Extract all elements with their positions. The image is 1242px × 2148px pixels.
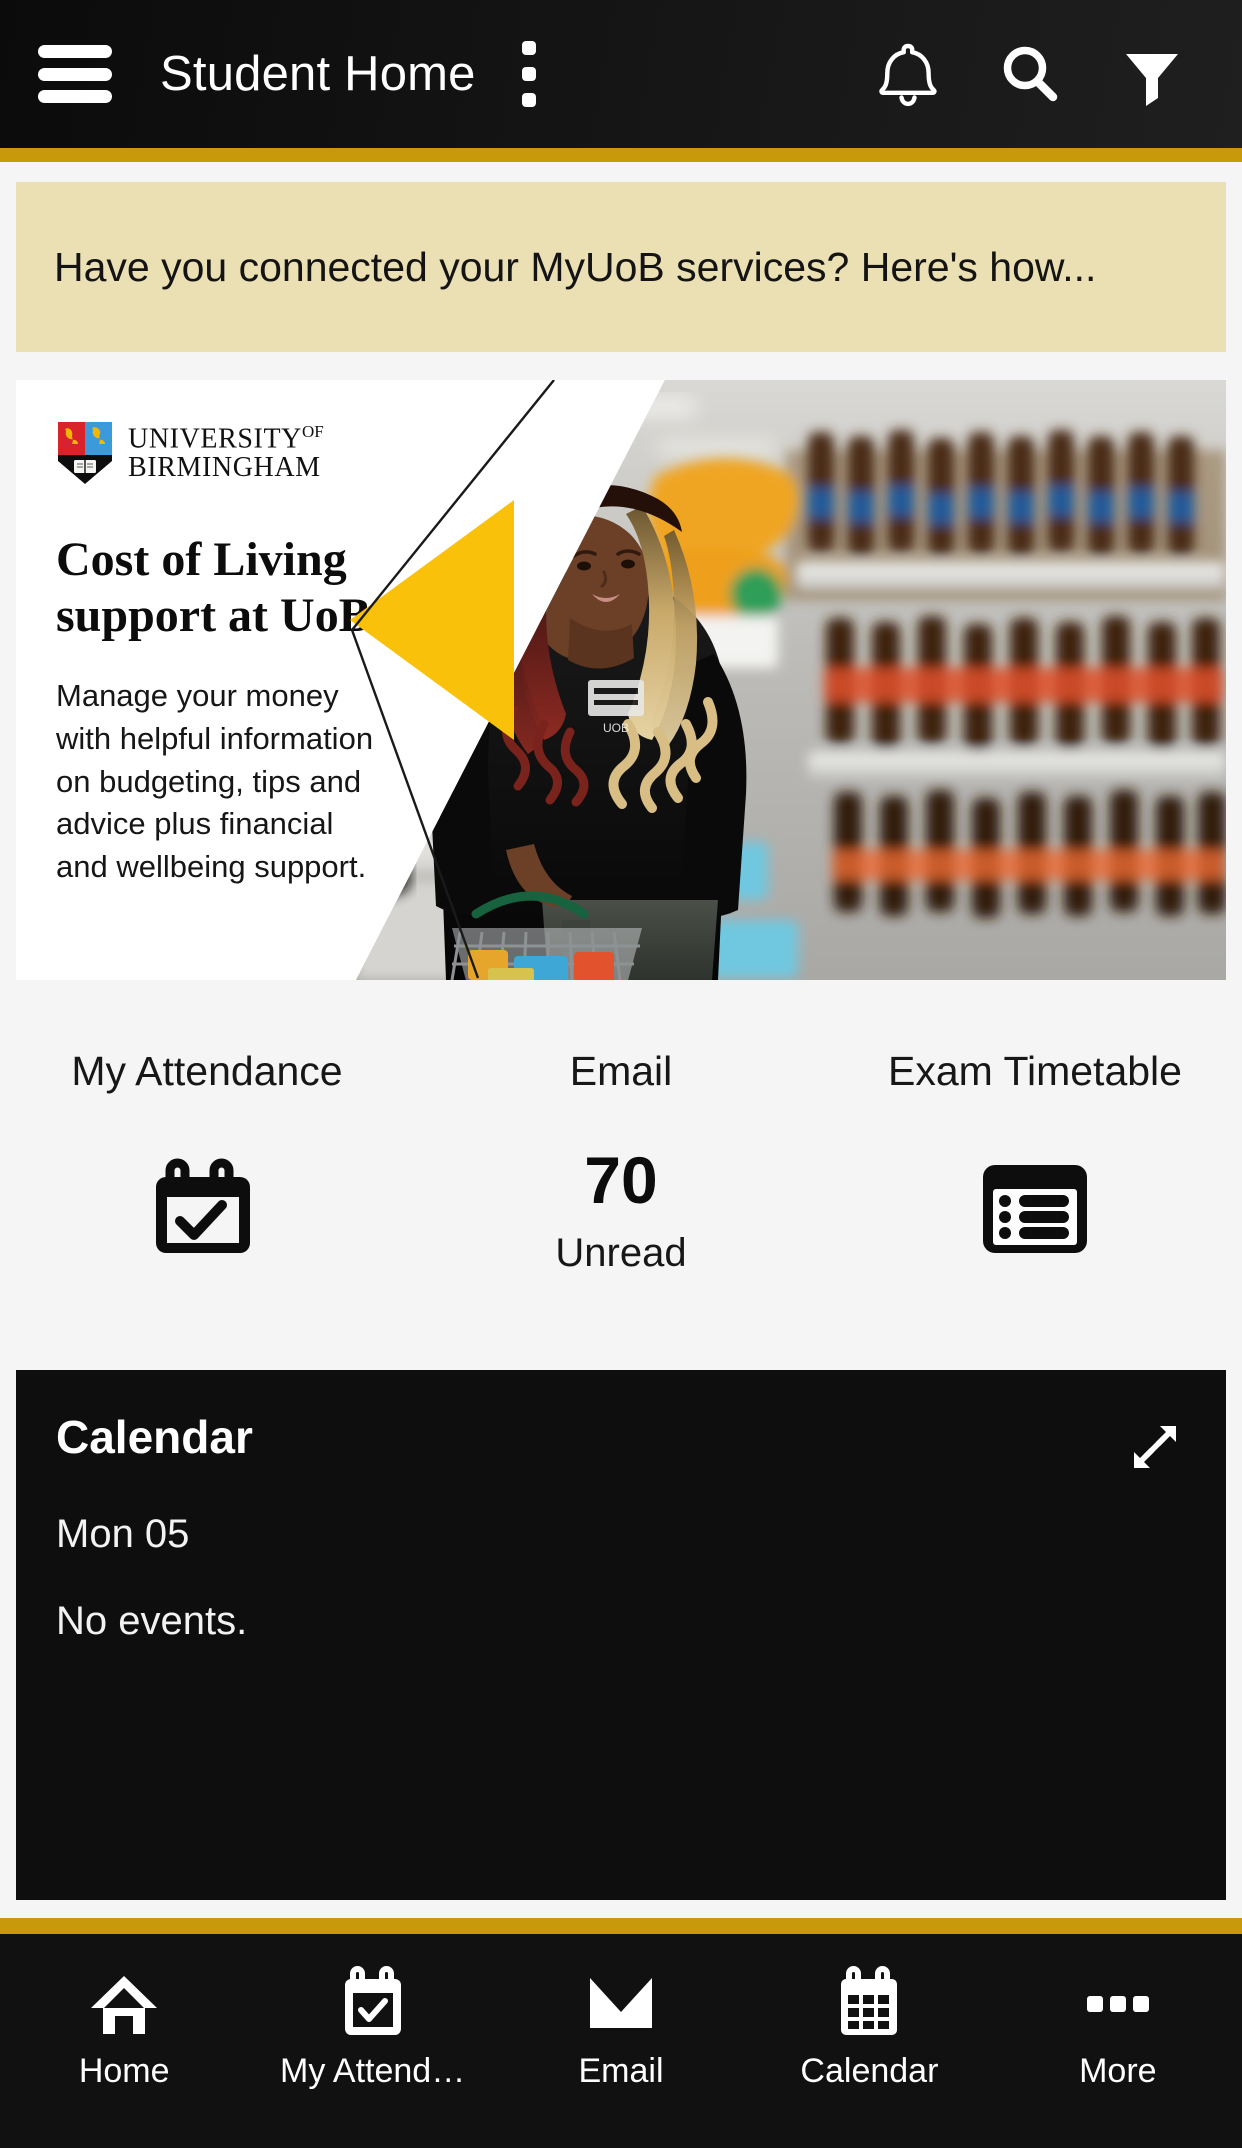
calendar-card-title: Calendar — [56, 1411, 253, 1463]
kebab-menu-icon[interactable] — [506, 41, 552, 107]
svg-text:UOB: UOB — [603, 721, 629, 735]
promo-card-cost-of-living[interactable]: UOB UNIVERSITYOF BIRMINGHAM Cost of Livi… — [16, 380, 1226, 980]
nav-label: Home — [78, 2052, 170, 2090]
gold-divider-bottom — [0, 1918, 1242, 1934]
announcement-banner[interactable]: Have you connected your MyUoB services? … — [16, 182, 1226, 352]
calendar-grid-icon — [836, 1960, 902, 2046]
funnel-filter-icon[interactable] — [1120, 42, 1184, 106]
university-of: OF — [302, 422, 324, 442]
promo-text-panel: UNIVERSITYOF BIRMINGHAM Cost of Living s… — [16, 380, 576, 980]
university-branding: UNIVERSITYOF BIRMINGHAM — [56, 420, 324, 486]
home-icon — [87, 1960, 161, 2046]
bell-icon[interactable] — [876, 40, 940, 108]
tile-label: My Attendance — [71, 1048, 343, 1094]
nav-item-calendar[interactable]: Calendar — [745, 1934, 993, 2091]
appbar-actions — [876, 40, 1184, 108]
app-bar: Student Home — [0, 0, 1242, 148]
university-line2: BIRMINGHAM — [128, 452, 321, 484]
quick-action-tiles: My Attendance Email 70 Unread Exam Timet… — [0, 998, 1242, 1358]
nav-label: My Attend… — [280, 2052, 466, 2090]
promo-body-text: Manage your money with helpful informati… — [56, 678, 374, 885]
more-dots-icon — [1081, 1960, 1155, 2046]
email-unread-summary: 70 Unread — [555, 1147, 686, 1276]
calendar-check-icon — [340, 1960, 406, 2046]
search-icon[interactable] — [998, 41, 1062, 107]
announcement-text: Have you connected your MyUoB services? … — [54, 243, 1097, 290]
university-wordmark: UNIVERSITYOF BIRMINGHAM — [128, 423, 324, 482]
tile-my-attendance[interactable]: My Attendance — [0, 998, 414, 1358]
nav-item-more[interactable]: More — [994, 1934, 1242, 2091]
envelope-icon — [584, 1960, 658, 2046]
bottom-navigation: Home My Attend… Email Calendar More — [0, 1934, 1242, 2148]
tile-exam-timetable[interactable]: Exam Timetable — [828, 998, 1242, 1358]
page-title: Student Home — [160, 47, 476, 101]
tile-label: Email — [569, 1048, 673, 1094]
timetable-list-icon — [979, 1147, 1091, 1257]
university-crest-icon — [56, 420, 114, 486]
calendar-events-empty: No events. — [56, 1599, 248, 1643]
tile-email[interactable]: Email 70 Unread — [414, 998, 828, 1358]
email-unread-label: Unread — [555, 1231, 687, 1275]
nav-label: Email — [578, 2052, 664, 2090]
nav-label: More — [1079, 2052, 1157, 2090]
page-content: Have you connected your MyUoB services? … — [0, 162, 1242, 1918]
email-unread-count: 70 — [584, 1143, 658, 1217]
promo-heading: Cost of Living support at UoB — [56, 533, 371, 642]
calendar-date: Mon 05 — [56, 1512, 190, 1556]
hamburger-menu-icon[interactable] — [38, 45, 112, 103]
nav-label: Calendar — [800, 2052, 939, 2090]
university-line1: UNIVERSITY — [128, 423, 302, 455]
nav-item-home[interactable]: Home — [0, 1934, 248, 2091]
calendar-check-icon — [148, 1147, 266, 1265]
calendar-card[interactable]: Calendar Mon 05 No events. — [16, 1370, 1226, 1900]
nav-item-email[interactable]: Email — [497, 1934, 745, 2091]
gold-divider-top — [0, 148, 1242, 162]
nav-item-my-attendance[interactable]: My Attend… — [248, 1934, 496, 2091]
expand-diagonal-icon[interactable] — [1126, 1418, 1184, 1481]
tile-label: Exam Timetable — [888, 1048, 1182, 1094]
